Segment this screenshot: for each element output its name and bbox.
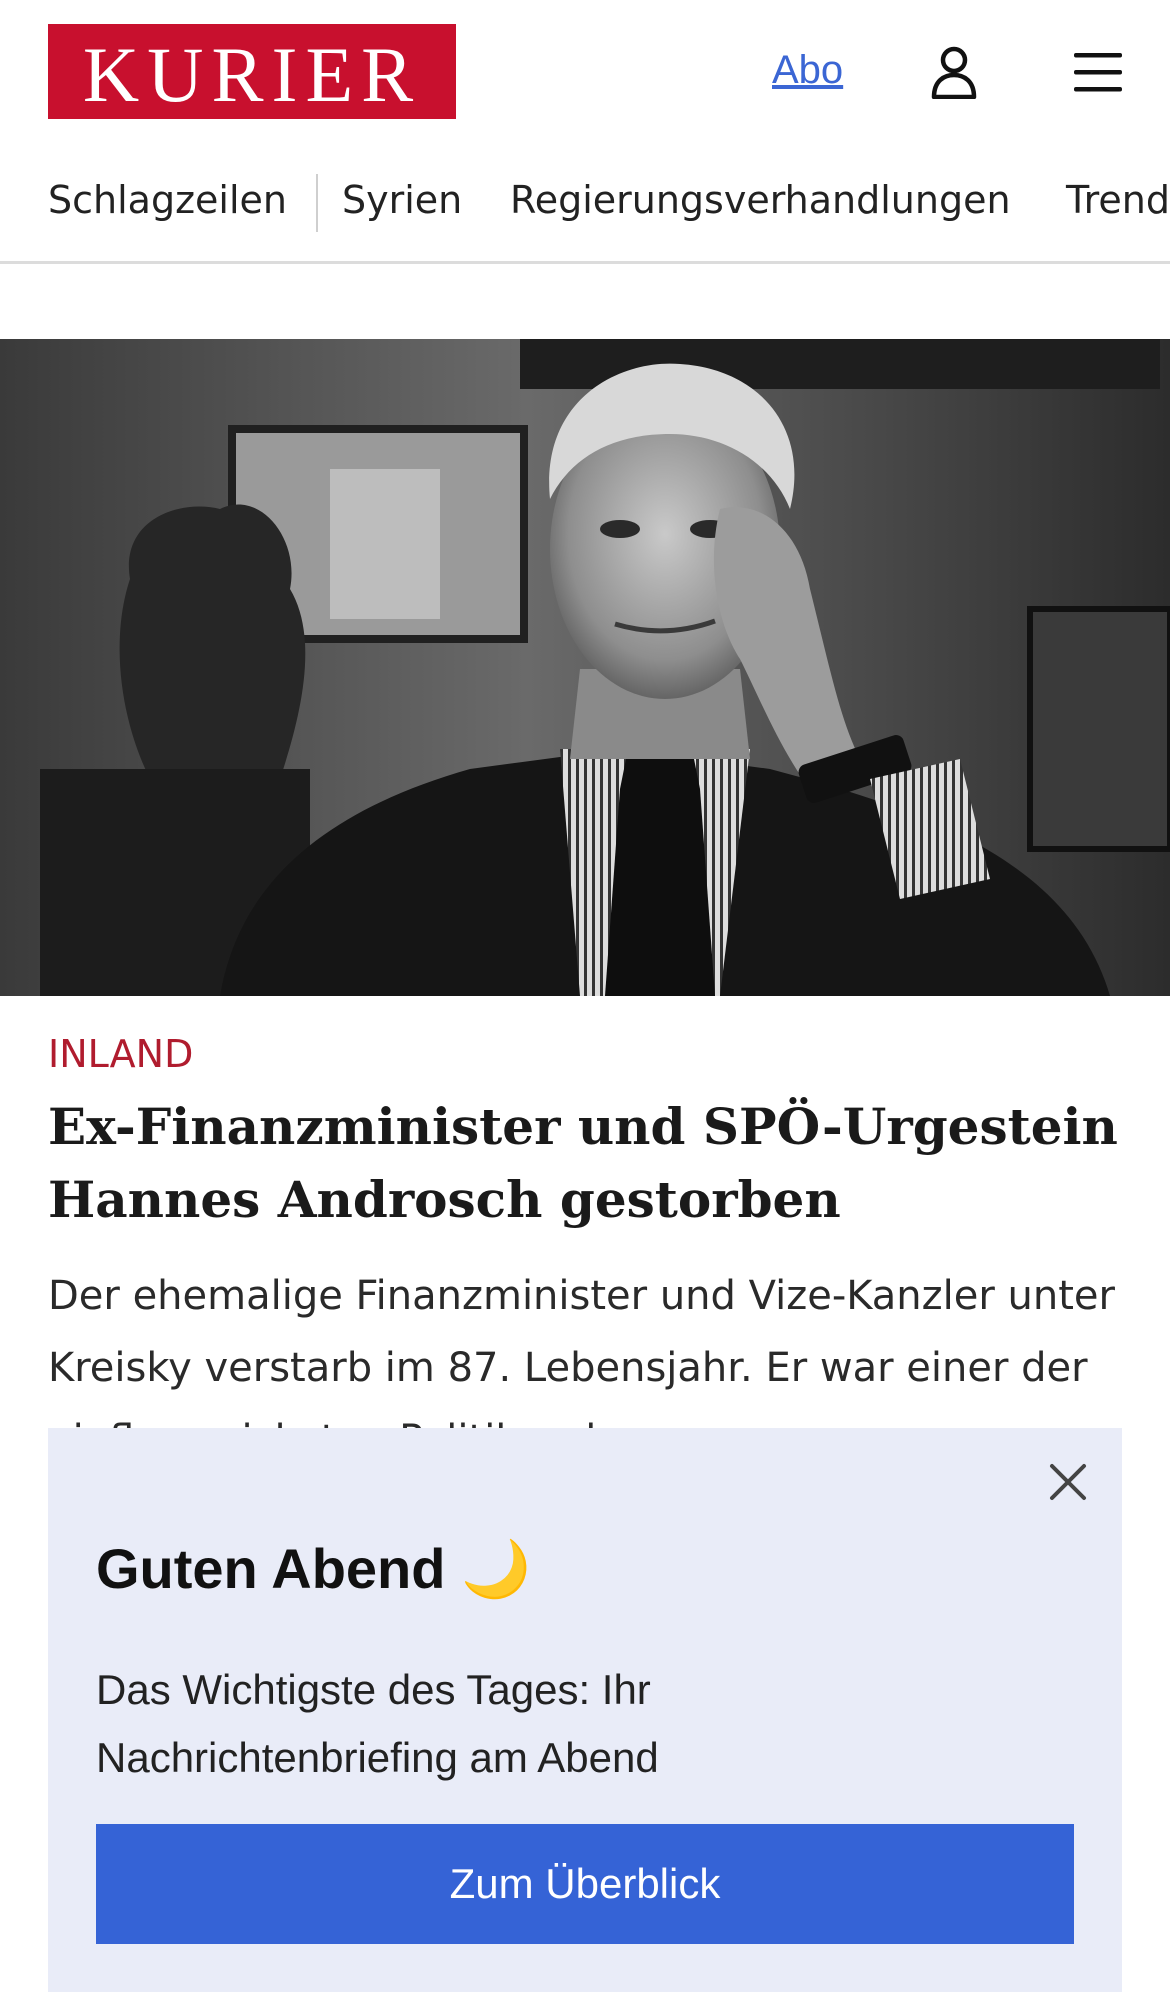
site-header: KURIER Abo xyxy=(0,0,1170,145)
user-icon[interactable] xyxy=(930,45,978,99)
logo-text: KURIER xyxy=(82,30,422,118)
abo-link[interactable]: Abo xyxy=(772,48,843,93)
hamburger-menu-icon[interactable] xyxy=(1072,50,1124,94)
popup-text: Das Wichtigste des Tages: Ihr Nachrichte… xyxy=(96,1666,659,1781)
zum-ueberblick-button[interactable]: Zum Überblick xyxy=(96,1824,1074,1944)
topic-nav: Schlagzeilen Syrien Regierungsverhandlun… xyxy=(0,168,1170,264)
nav-item-schlagzeilen[interactable]: Schlagzeilen xyxy=(48,178,287,222)
nav-item-trend[interactable]: Trend xyxy=(1066,178,1170,222)
nav-item-syrien[interactable]: Syrien xyxy=(342,178,462,222)
article-headline[interactable]: Ex-Finanzminister und SPÖ-Urgestein Hann… xyxy=(48,1090,1128,1236)
article-category[interactable]: INLAND xyxy=(48,1032,193,1076)
nav-divider xyxy=(316,174,318,232)
nav-item-regierungsverhandlungen[interactable]: Regierungsverhandlungen xyxy=(510,178,1011,222)
article-hero-image[interactable] xyxy=(0,339,1170,996)
kurier-logo[interactable]: KURIER xyxy=(48,24,456,119)
close-icon[interactable] xyxy=(1046,1460,1090,1504)
popup-title: Guten Abend 🌙 xyxy=(96,1537,531,1600)
portrait-photo xyxy=(0,339,1170,996)
